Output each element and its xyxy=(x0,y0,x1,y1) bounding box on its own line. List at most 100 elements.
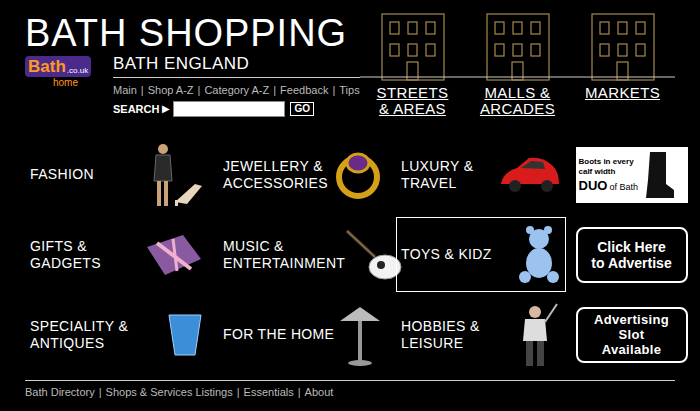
category-picture xyxy=(499,152,561,198)
category-label[interactable]: HOBBIES &LEISURE xyxy=(401,318,480,352)
category-label-line[interactable]: JEWELLERY & xyxy=(223,158,328,175)
area-link[interactable]: STREETS& AREAS xyxy=(360,12,465,117)
category-label[interactable]: LUXURY &TRAVEL xyxy=(401,158,473,192)
ad-cell: Boots in everycalf width DUOof Bath xyxy=(574,137,689,212)
area-label-line[interactable]: & AREAS xyxy=(379,101,446,117)
ad-slot[interactable]: AdvertisingSlotAvailable xyxy=(576,307,688,363)
search-arrow-icon: ▶ xyxy=(162,102,170,116)
ad-banner-text[interactable]: Boots in everycalf width DUOof Bath xyxy=(579,157,638,193)
footer-link[interactable]: About xyxy=(305,386,334,398)
nav-link[interactable]: Main xyxy=(113,84,137,96)
category-label[interactable]: SPECIALITY &ANTIQUES xyxy=(30,318,128,352)
area-link[interactable]: MALLS &ARCADES xyxy=(465,12,570,117)
category-label-line[interactable]: FOR THE HOME xyxy=(223,326,334,343)
advertise-button[interactable]: Click Hereto Advertise xyxy=(576,227,688,283)
ad-line[interactable]: to Advertise xyxy=(591,255,671,271)
area-label-line[interactable]: STREETS xyxy=(377,85,449,101)
logo-home[interactable]: home xyxy=(53,77,78,89)
area-label-line[interactable]: MALLS & xyxy=(485,85,551,101)
ad-banner-line[interactable]: calf width xyxy=(579,167,638,177)
areas: STREETS& AREAS MALLS &ARCADES MARKETS xyxy=(360,0,675,117)
header-block: BATH ENGLANDMain|Shop A-Z|Category A-Z|F… xyxy=(105,54,360,117)
category-label-line[interactable]: SPECIALITY & xyxy=(30,318,128,335)
ad-line[interactable]: Advertising xyxy=(594,312,669,327)
search-label: SEARCH xyxy=(113,102,159,116)
category-tile[interactable]: FOR THE HOME xyxy=(218,297,388,372)
footer-link[interactable]: Bath Directory xyxy=(25,386,95,398)
category-label-line[interactable]: ENTERTAINMENT xyxy=(223,255,345,272)
boot-icon xyxy=(640,150,676,200)
category-picture xyxy=(147,142,205,208)
category-label[interactable]: FOR THE HOME xyxy=(223,326,334,343)
building-icon xyxy=(465,12,570,82)
category-label-line[interactable]: TRAVEL xyxy=(401,175,473,192)
logo-text[interactable]: Bath xyxy=(28,58,66,75)
logo-suffix[interactable]: .co.uk xyxy=(67,67,88,75)
header: BATH SHOPPINGBath.co.ukhomeBATH ENGLANDM… xyxy=(0,0,700,117)
footer-link[interactable]: Shops & Services Listings xyxy=(106,386,233,398)
logo[interactable]: Bath.co.ukhome xyxy=(25,54,105,117)
category-label[interactable]: MUSIC &ENTERTAINMENT xyxy=(223,238,345,272)
category-picture xyxy=(517,225,561,285)
nav-separator: | xyxy=(328,84,339,96)
search-input[interactable] xyxy=(173,101,285,117)
category-tile[interactable]: HOBBIES &LEISURE xyxy=(396,297,566,372)
ad-brand[interactable]: DUOof Bath xyxy=(579,179,638,193)
category-tile[interactable]: GIFTS &GADGETS xyxy=(25,217,210,292)
category-label-line[interactable]: LEISURE xyxy=(401,335,480,352)
search-row: SEARCH▶ GO xyxy=(113,101,360,117)
header-left: BATH SHOPPINGBath.co.ukhomeBATH ENGLANDM… xyxy=(0,0,360,117)
category-label[interactable]: FASHION xyxy=(30,166,94,183)
category-label-line[interactable]: GIFTS & xyxy=(30,238,101,255)
category-label-line[interactable]: GADGETS xyxy=(30,255,101,272)
area-label[interactable]: MARKETS xyxy=(585,85,660,101)
category-tile[interactable]: JEWELLERY &ACCESSORIES xyxy=(218,137,388,212)
footer-separator: | xyxy=(294,386,305,398)
ad-banner-line[interactable]: Boots in every xyxy=(579,157,638,167)
category-label-line[interactable]: ACCESSORIES xyxy=(223,175,328,192)
building-icon xyxy=(570,12,675,82)
nav-link[interactable]: Tips xyxy=(339,84,359,96)
ad-brand-sub[interactable]: of Bath xyxy=(609,182,638,192)
footer: Bath Directory|Shops & Services Listings… xyxy=(25,380,675,399)
category-picture xyxy=(333,147,383,203)
ad-line[interactable]: Slot xyxy=(619,327,645,342)
category-label-line[interactable]: MUSIC & xyxy=(223,238,345,255)
category-label[interactable]: JEWELLERY &ACCESSORIES xyxy=(223,158,328,192)
ad-cell: AdvertisingSlotAvailable xyxy=(574,297,689,372)
category-label-line[interactable]: TOYS & KIDZ xyxy=(401,246,492,263)
category-label-line[interactable]: HOBBIES & xyxy=(401,318,480,335)
category-label-line[interactable]: ANTIQUES xyxy=(30,335,128,352)
nav-link[interactable]: Shop A-Z xyxy=(148,84,194,96)
building-icon xyxy=(360,12,465,82)
area-label[interactable]: MALLS &ARCADES xyxy=(480,85,555,117)
category-tile[interactable]: FASHION xyxy=(25,137,210,212)
ad-banner[interactable]: Boots in everycalf width DUOof Bath xyxy=(576,147,688,203)
site-title: BATH SHOPPING xyxy=(25,14,360,52)
category-label-line[interactable]: FASHION xyxy=(30,166,94,183)
category-tile[interactable]: SPECIALITY &ANTIQUES xyxy=(25,297,210,372)
category-tile[interactable]: TOYS & KIDZ xyxy=(396,217,566,292)
category-picture xyxy=(165,313,205,357)
category-label[interactable]: GIFTS &GADGETS xyxy=(30,238,101,272)
footer-separator: | xyxy=(233,386,244,398)
nav-separator: | xyxy=(194,84,205,96)
ad-line[interactable]: Click Here xyxy=(597,239,665,255)
category-tile[interactable]: LUXURY &TRAVEL xyxy=(396,137,566,212)
ad-brand-name[interactable]: DUO xyxy=(579,179,608,193)
category-tile[interactable]: MUSIC &ENTERTAINMENT xyxy=(218,217,388,292)
search-button[interactable]: GO xyxy=(290,102,314,116)
area-label-line[interactable]: ARCADES xyxy=(480,101,555,117)
nav-link[interactable]: Feedback xyxy=(280,84,328,96)
ad-line[interactable]: Available xyxy=(602,342,662,357)
footer-separator: | xyxy=(95,386,106,398)
area-link[interactable]: MARKETS xyxy=(570,12,675,117)
area-label[interactable]: STREETS& AREAS xyxy=(377,85,449,117)
category-label[interactable]: TOYS & KIDZ xyxy=(401,246,492,263)
nav-link[interactable]: Category A-Z xyxy=(204,84,269,96)
category-label-line[interactable]: LUXURY & xyxy=(401,158,473,175)
area-label-line[interactable]: MARKETS xyxy=(585,85,660,101)
nav-separator: | xyxy=(137,84,148,96)
footer-link[interactable]: Essentials xyxy=(244,386,294,398)
logo-box[interactable]: Bath.co.uk xyxy=(25,56,91,77)
